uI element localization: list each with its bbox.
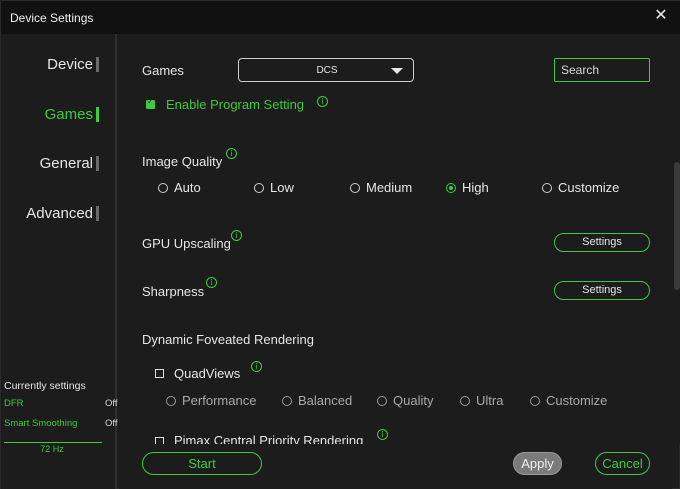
- sidebar-item-indicator: [96, 107, 99, 122]
- sidebar-item-device[interactable]: Device: [47, 56, 99, 73]
- radio-label: Ultra: [476, 393, 504, 408]
- games-label: Games: [142, 63, 184, 78]
- sidebar-item-advanced[interactable]: Advanced: [26, 205, 99, 222]
- chevron-down-icon: [391, 68, 403, 74]
- current-setting-key: DFR: [4, 398, 24, 409]
- current-setting-value: Off: [105, 398, 118, 409]
- sidebar: Device Games General Advanced Currently …: [1, 34, 120, 489]
- radio-label: Medium: [366, 180, 413, 195]
- radio-icon: [350, 183, 360, 193]
- radio-icon: [377, 396, 387, 406]
- sharpness-settings-button[interactable]: Settings: [554, 281, 650, 300]
- radio-icon: [542, 183, 552, 193]
- radio-label: Quality: [393, 393, 434, 408]
- sidebar-item-label: Advanced: [26, 205, 93, 222]
- search-input[interactable]: [554, 58, 650, 82]
- radio-icon: [530, 396, 540, 406]
- radio-label: Customize: [546, 393, 608, 408]
- radio-icon: [282, 396, 292, 406]
- current-settings-heading: Currently settings: [4, 380, 86, 392]
- sidebar-item-label: General: [39, 155, 93, 172]
- current-setting-row: Smart Smoothing Off: [4, 416, 120, 434]
- sharpness-label: Sharpness: [142, 284, 205, 299]
- sidebar-item-indicator: [96, 57, 99, 72]
- radio-icon: [166, 396, 176, 406]
- info-icon[interactable]: i: [226, 148, 237, 159]
- games-select-value: DCS: [316, 65, 338, 76]
- info-icon[interactable]: i: [251, 361, 262, 372]
- radio-label: Balanced: [298, 393, 353, 408]
- cancel-button[interactable]: Cancel: [595, 452, 650, 475]
- apply-button[interactable]: Apply: [513, 452, 562, 475]
- quadviews-checkbox[interactable]: [155, 369, 164, 378]
- radio-icon: [254, 183, 264, 193]
- title-bar: Device Settings ✕: [1, 1, 680, 34]
- info-icon[interactable]: i: [377, 429, 388, 440]
- scrollbar-thumb[interactable]: [674, 162, 680, 290]
- info-icon[interactable]: i: [317, 96, 328, 107]
- close-icon[interactable]: ✕: [653, 8, 669, 24]
- current-setting-row: DFR Off: [4, 396, 120, 414]
- gpu-upscaling-settings-button[interactable]: Settings: [554, 233, 650, 252]
- games-select[interactable]: DCS: [238, 58, 414, 82]
- quadviews-label: QuadViews: [174, 366, 241, 381]
- radio-label: High: [462, 180, 489, 195]
- scrollbar[interactable]: [673, 34, 680, 444]
- current-setting-key: Smart Smoothing: [4, 418, 78, 429]
- sidebar-item-label: Device: [47, 56, 93, 73]
- sidebar-item-label: Games: [44, 106, 93, 123]
- radio-icon: [158, 183, 168, 193]
- start-button[interactable]: Start: [142, 452, 262, 475]
- current-settings-panel: Currently settings DFR Off Smart Smoothi…: [4, 380, 120, 454]
- sidebar-item-general[interactable]: General: [39, 155, 99, 172]
- device-settings-window: Device Settings ✕ Device Games General A…: [0, 0, 680, 489]
- divider: [4, 442, 102, 443]
- settings-content: Games DCS Enable Program Setting i Image…: [119, 34, 672, 444]
- info-icon[interactable]: i: [206, 277, 217, 288]
- enable-program-setting-label: Enable Program Setting: [166, 97, 305, 112]
- gpu-upscaling-label: GPU Upscaling: [142, 236, 231, 251]
- pimax-cpr-checkbox[interactable]: [155, 437, 164, 444]
- current-setting-value: Off: [105, 418, 118, 429]
- radio-icon: [460, 396, 470, 406]
- sidebar-item-indicator: [96, 156, 99, 171]
- info-icon[interactable]: i: [231, 230, 242, 241]
- footer-actions: Start Apply Cancel: [119, 444, 672, 489]
- radio-label: Performance: [182, 393, 257, 408]
- dfr-label: Dynamic Foveated Rendering: [142, 332, 314, 347]
- pimax-cpr-label: Pimax Central Priority Rendering: [174, 433, 364, 444]
- window-title: Device Settings: [10, 11, 94, 25]
- radio-label: Low: [270, 180, 294, 195]
- radio-selected-icon: [446, 183, 456, 193]
- enable-program-setting-checkbox[interactable]: [146, 97, 155, 109]
- radio-label: Customize: [558, 180, 620, 195]
- radio-label: Auto: [174, 180, 201, 195]
- sidebar-item-games[interactable]: Games: [44, 106, 99, 123]
- image-quality-label: Image Quality: [142, 154, 223, 169]
- refresh-rate: 72 Hz: [40, 444, 64, 454]
- sidebar-item-indicator: [96, 206, 99, 221]
